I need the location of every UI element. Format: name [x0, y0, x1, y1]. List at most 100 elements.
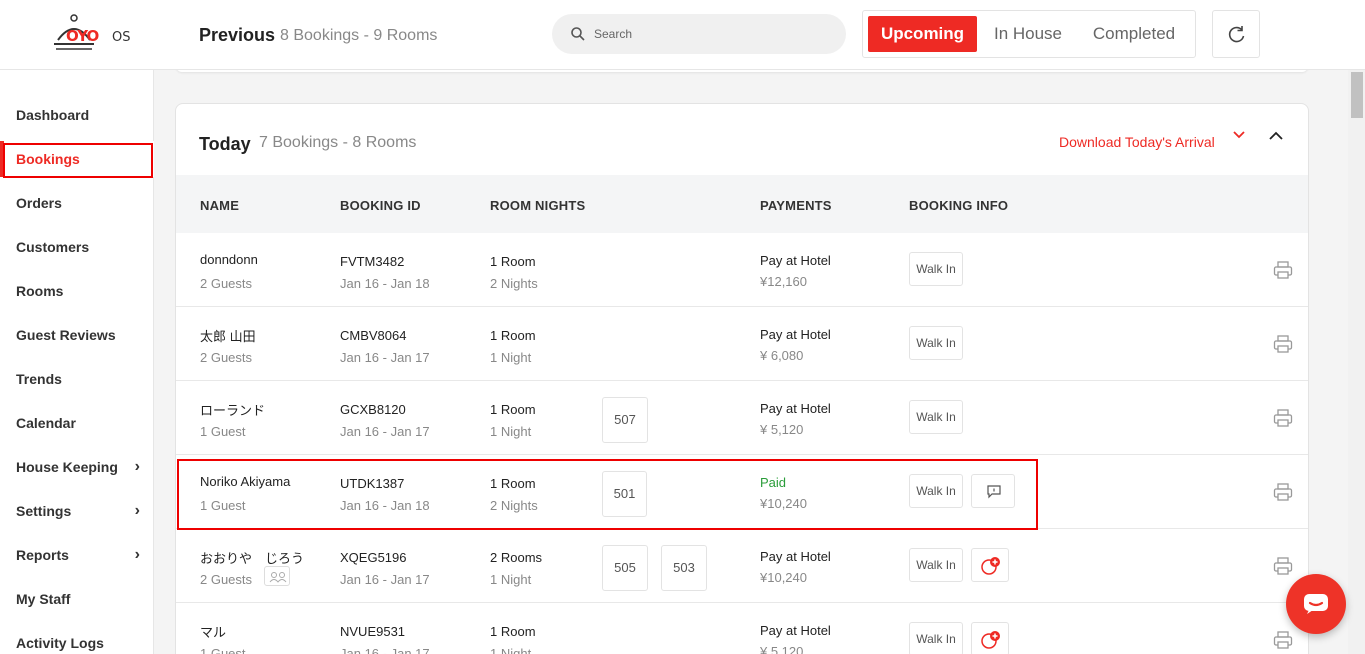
stay-dates: Jan 16 - Jan 17	[340, 646, 430, 654]
refresh-button[interactable]	[1212, 10, 1260, 58]
guest-name[interactable]: Noriko Akiyama	[200, 474, 290, 489]
walk-in-badge: Walk In	[909, 400, 963, 434]
night-count: 2 Nights	[490, 276, 538, 291]
booking-status-tabs: Upcoming In House Completed	[862, 10, 1196, 58]
night-count: 1 Night	[490, 350, 532, 365]
table-row[interactable]: 太郎 山田 2 Guests CMBV8064 Jan 16 - Jan 17 …	[176, 307, 1308, 381]
walk-in-badge: Walk In	[909, 326, 963, 360]
sidebar-item-customers[interactable]: Customers	[0, 229, 154, 265]
add-guest-request-button[interactable]	[971, 622, 1009, 654]
add-guest-request-button[interactable]	[971, 548, 1009, 582]
logo-wordmark: OYO	[66, 27, 99, 45]
sidebar-item-dashboard[interactable]: Dashboard	[0, 97, 154, 133]
booking-id[interactable]: CMBV8064	[340, 328, 406, 343]
print-icon[interactable]	[1273, 482, 1293, 502]
table-row[interactable]: Noriko Akiyama 1 Guest UTDK1387 Jan 16 -…	[176, 455, 1308, 529]
booking-id[interactable]: GCXB8120	[340, 402, 406, 417]
payment-amount: ¥10,240	[760, 496, 807, 511]
page-scrollbar[interactable]	[1348, 70, 1365, 654]
guest-message-button[interactable]	[971, 474, 1015, 508]
chevron-right-icon: ›	[134, 502, 140, 519]
walk-in-badge: Walk In	[909, 622, 963, 654]
print-icon[interactable]	[1273, 260, 1293, 280]
chat-launcher-button[interactable]	[1286, 574, 1346, 634]
guest-count: 1 Guest	[200, 498, 246, 513]
sidebar-item-activity-logs[interactable]: Activity Logs	[0, 625, 154, 654]
table-header: NAME BOOKING ID ROOM NIGHTS PAYMENTS BOO…	[176, 175, 1308, 233]
tab-in-house[interactable]: In House	[983, 16, 1073, 52]
stay-dates: Jan 16 - Jan 17	[340, 572, 430, 587]
table-row[interactable]: ローランド 1 Guest GCXB8120 Jan 16 - Jan 17 1…	[176, 381, 1308, 455]
search-input[interactable]: Search	[552, 14, 846, 54]
room-number-chip[interactable]: 505	[602, 545, 648, 591]
stay-dates: Jan 16 - Jan 17	[340, 424, 430, 439]
room-number-chip[interactable]: 507	[602, 397, 648, 443]
oyo-os-logo[interactable]: OYO OS	[52, 14, 132, 56]
walk-in-badge: Walk In	[909, 252, 963, 286]
sidebar-item-guest-reviews[interactable]: Guest Reviews	[0, 317, 154, 353]
message-icon	[987, 485, 1001, 499]
logo-suffix: OS	[112, 30, 131, 45]
scrollbar-thumb[interactable]	[1351, 72, 1363, 118]
guest-count: 1 Guest	[200, 424, 246, 439]
sidebar-item-orders[interactable]: Orders	[0, 185, 154, 221]
payment-status: Pay at Hotel	[760, 253, 831, 268]
tab-upcoming[interactable]: Upcoming	[868, 16, 977, 52]
booking-id[interactable]: NVUE9531	[340, 624, 405, 639]
print-icon[interactable]	[1273, 556, 1293, 576]
walk-in-badge: Walk In	[909, 474, 963, 508]
sidebar-item-bookings[interactable]: Bookings	[0, 141, 154, 177]
print-icon[interactable]	[1273, 408, 1293, 428]
sidebar-item-house-keeping[interactable]: House Keeping ›	[0, 449, 154, 485]
booking-id[interactable]: UTDK1387	[340, 476, 404, 491]
refresh-icon	[1228, 26, 1245, 43]
room-number-chip[interactable]: 501	[602, 471, 647, 517]
chat-icon	[1304, 594, 1328, 614]
sidebar-item-rooms[interactable]: Rooms	[0, 273, 154, 309]
sidebar-item-my-staff[interactable]: My Staff	[0, 581, 154, 617]
today-count: 7 Bookings - 8 Rooms	[259, 134, 417, 151]
print-icon[interactable]	[1273, 630, 1293, 650]
column-header-payments: PAYMENTS	[760, 198, 832, 213]
payment-status: Pay at Hotel	[760, 401, 831, 416]
table-row[interactable]: マル 1 Guest NVUE9531 Jan 16 - Jan 17 1 Ro…	[176, 603, 1308, 654]
print-icon[interactable]	[1273, 334, 1293, 354]
room-count: 1 Room	[490, 624, 536, 639]
room-count: 1 Room	[490, 402, 536, 417]
room-number-chip[interactable]: 503	[661, 545, 707, 591]
guest-name[interactable]: ローランド	[200, 400, 265, 419]
night-count: 2 Nights	[490, 498, 538, 513]
column-header-booking-info: BOOKING INFO	[909, 198, 1009, 213]
payment-amount: ¥10,240	[760, 570, 807, 585]
chevron-right-icon: ›	[134, 546, 140, 563]
payment-amount: ¥ 6,080	[760, 348, 804, 363]
booking-id[interactable]: XQEG5196	[340, 550, 407, 565]
today-bookings-card: Today 7 Bookings - 8 Rooms Download Toda…	[175, 103, 1309, 654]
download-arrivals-link[interactable]: Download Today's Arrival	[1059, 134, 1215, 150]
stay-dates: Jan 16 - Jan 18	[340, 276, 430, 291]
sidebar-item-trends[interactable]: Trends	[0, 361, 154, 397]
payment-status: Pay at Hotel	[760, 549, 831, 564]
group-booking-badge	[264, 566, 290, 586]
payment-status: Paid	[760, 475, 787, 490]
guest-name[interactable]: donndonn	[200, 252, 258, 267]
table-row[interactable]: おおりや じろう 2 Guests XQEG5196 Jan 16 - Jan …	[176, 529, 1308, 603]
sidebar-item-settings[interactable]: Settings ›	[0, 493, 154, 529]
sidebar-item-reports[interactable]: Reports ›	[0, 537, 154, 573]
tab-completed[interactable]: Completed	[1081, 16, 1187, 52]
sidebar-item-calendar[interactable]: Calendar	[0, 405, 154, 441]
top-bar: OYO OS Previous 8 Bookings - 9 Rooms Sea…	[0, 0, 1365, 70]
search-icon	[571, 27, 585, 41]
stay-dates: Jan 16 - Jan 17	[340, 350, 430, 365]
guest-name[interactable]: マル	[200, 622, 226, 641]
table-row[interactable]: donndonn 2 Guests FVTM3482 Jan 16 - Jan …	[176, 233, 1308, 307]
column-header-name: NAME	[200, 198, 240, 213]
collapse-chevron-up-icon[interactable]	[1268, 128, 1284, 144]
guest-name[interactable]: 太郎 山田	[200, 326, 256, 345]
booking-id[interactable]: FVTM3482	[340, 254, 404, 269]
guest-name[interactable]: おおりや じろう	[200, 548, 304, 567]
group-icon	[269, 572, 287, 583]
chevron-down-icon[interactable]	[1232, 128, 1246, 142]
sidebar-item-label: Reports	[16, 547, 69, 563]
today-title: Today	[199, 134, 251, 154]
